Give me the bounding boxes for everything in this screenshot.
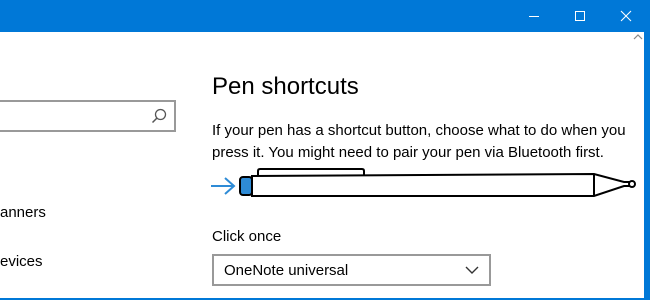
sidebar-item-label: anners — [0, 204, 46, 221]
sidebar-item-label: evices — [0, 253, 43, 270]
page-title: Pen shortcuts — [212, 73, 359, 100]
pen-icon — [239, 168, 636, 197]
close-button[interactable] — [603, 0, 649, 32]
sidebar-item-other-devices[interactable]: evices — [0, 253, 43, 270]
maximize-icon — [575, 11, 585, 21]
arrow-right-icon — [211, 177, 236, 195]
chevron-down-icon — [465, 266, 479, 274]
settings-search-input[interactable] — [0, 100, 176, 132]
scroll-up-arrow-icon[interactable] — [633, 32, 643, 42]
click-once-dropdown[interactable]: OneNote universal — [212, 254, 491, 286]
click-once-label: Click once — [212, 228, 282, 245]
title-bar — [0, 0, 650, 32]
click-once-selected-value: OneNote universal — [224, 261, 349, 279]
settings-content-area: anners evices Pen shortcuts If your pen … — [0, 32, 644, 298]
search-icon[interactable] — [150, 107, 168, 125]
close-icon — [620, 10, 632, 22]
minimize-button[interactable] — [511, 0, 557, 32]
minimize-icon — [529, 16, 539, 17]
maximize-button[interactable] — [557, 0, 603, 32]
page-description: If your pen has a shortcut button, choos… — [212, 122, 626, 161]
sidebar-item-printers-scanners[interactable]: anners — [0, 204, 46, 221]
